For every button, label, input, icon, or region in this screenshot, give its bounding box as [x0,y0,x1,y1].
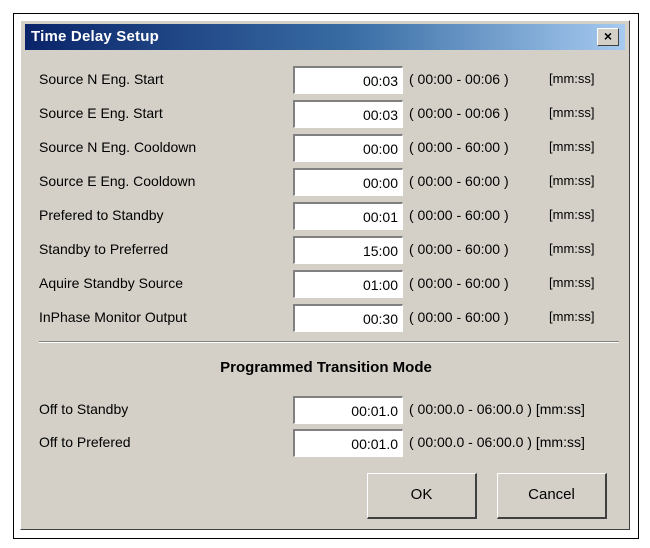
delay-range: ( 00:00 - 60:00 ) [409,275,509,291]
transition-label: Off to Prefered [39,434,131,450]
delay-range: ( 00:00 - 60:00 ) [409,173,509,189]
delay-unit: [mm:ss] [549,71,595,86]
delay-range: ( 00:00 - 60:00 ) [409,241,509,257]
delay-row-source-n-start: Source N Eng. Start 00:03 ( 00:00 - 00:0… [21,64,631,96]
delay-range: ( 00:00 - 60:00 ) [409,139,509,155]
delay-range: ( 00:00 - 00:06 ) [409,71,509,87]
delay-unit: [mm:ss] [549,309,595,324]
dialog-title: Time Delay Setup [31,28,159,45]
close-button[interactable]: × [597,28,619,46]
transition-row-off-to-standby: Off to Standby 00:01.0 ( 00:00.0 - 06:00… [21,394,631,426]
ok-button[interactable]: OK [367,473,477,519]
transition-row-off-to-preferred: Off to Prefered 00:01.0 ( 00:00.0 - 06:0… [21,427,631,459]
preferred-to-standby-input[interactable]: 00:01 [293,202,403,230]
inphase-monitor-input[interactable]: 00:30 [293,304,403,332]
delay-row-source-e-cooldown: Source E Eng. Cooldown 00:00 ( 00:00 - 6… [21,166,631,198]
transition-label: Off to Standby [39,401,129,417]
source-n-cooldown-input[interactable]: 00:00 [293,134,403,162]
delay-label: Aquire Standby Source [39,275,183,291]
cancel-button[interactable]: Cancel [497,473,607,519]
delay-row-inphase-monitor: InPhase Monitor Output 00:30 ( 00:00 - 6… [21,302,631,334]
delay-label: Source N Eng. Start [39,71,164,87]
delay-unit: [mm:ss] [549,207,595,222]
section-divider [39,341,619,343]
delay-range: ( 00:00 - 00:06 ) [409,105,509,121]
delay-row-source-e-start: Source E Eng. Start 00:03 ( 00:00 - 00:0… [21,98,631,130]
delay-label: Source N Eng. Cooldown [39,139,197,155]
delay-range: ( 00:00 - 60:00 ) [409,207,509,223]
delay-unit: [mm:ss] [549,241,595,256]
delay-label: Standby to Preferred [39,241,169,257]
close-icon: × [603,28,613,44]
delay-row-acquire-standby: Aquire Standby Source 01:00 ( 00:00 - 60… [21,268,631,300]
delay-unit: [mm:ss] [549,139,595,154]
transition-range: ( 00:00.0 - 06:00.0 ) [mm:ss] [409,401,585,417]
delay-label: Prefered to Standby [39,207,164,223]
off-to-standby-input[interactable]: 00:01.0 [293,396,403,424]
acquire-standby-input[interactable]: 01:00 [293,270,403,298]
delay-unit: [mm:ss] [549,275,595,290]
delay-range: ( 00:00 - 60:00 ) [409,309,509,325]
off-to-preferred-input[interactable]: 00:01.0 [293,429,403,457]
delay-row-preferred-to-standby: Prefered to Standby 00:01 ( 00:00 - 60:0… [21,200,631,232]
transition-range: ( 00:00.0 - 06:00.0 ) [mm:ss] [409,434,585,450]
delay-unit: [mm:ss] [549,173,595,188]
delay-row-source-n-cooldown: Source N Eng. Cooldown 00:00 ( 00:00 - 6… [21,132,631,164]
title-bar[interactable]: Time Delay Setup × [25,24,625,50]
delay-label: Source E Eng. Start [39,105,163,121]
source-e-start-input[interactable]: 00:03 [293,100,403,128]
time-delay-dialog: Time Delay Setup × Source N Eng. Start 0… [20,20,630,530]
delay-label: Source E Eng. Cooldown [39,173,196,189]
source-n-start-input[interactable]: 00:03 [293,66,403,94]
source-e-cooldown-input[interactable]: 00:00 [293,168,403,196]
delay-label: InPhase Monitor Output [39,309,187,325]
transition-section-title: Programmed Transition Mode [220,359,432,376]
delay-row-standby-to-preferred: Standby to Preferred 15:00 ( 00:00 - 60:… [21,234,631,266]
standby-to-preferred-input[interactable]: 15:00 [293,236,403,264]
delay-unit: [mm:ss] [549,105,595,120]
